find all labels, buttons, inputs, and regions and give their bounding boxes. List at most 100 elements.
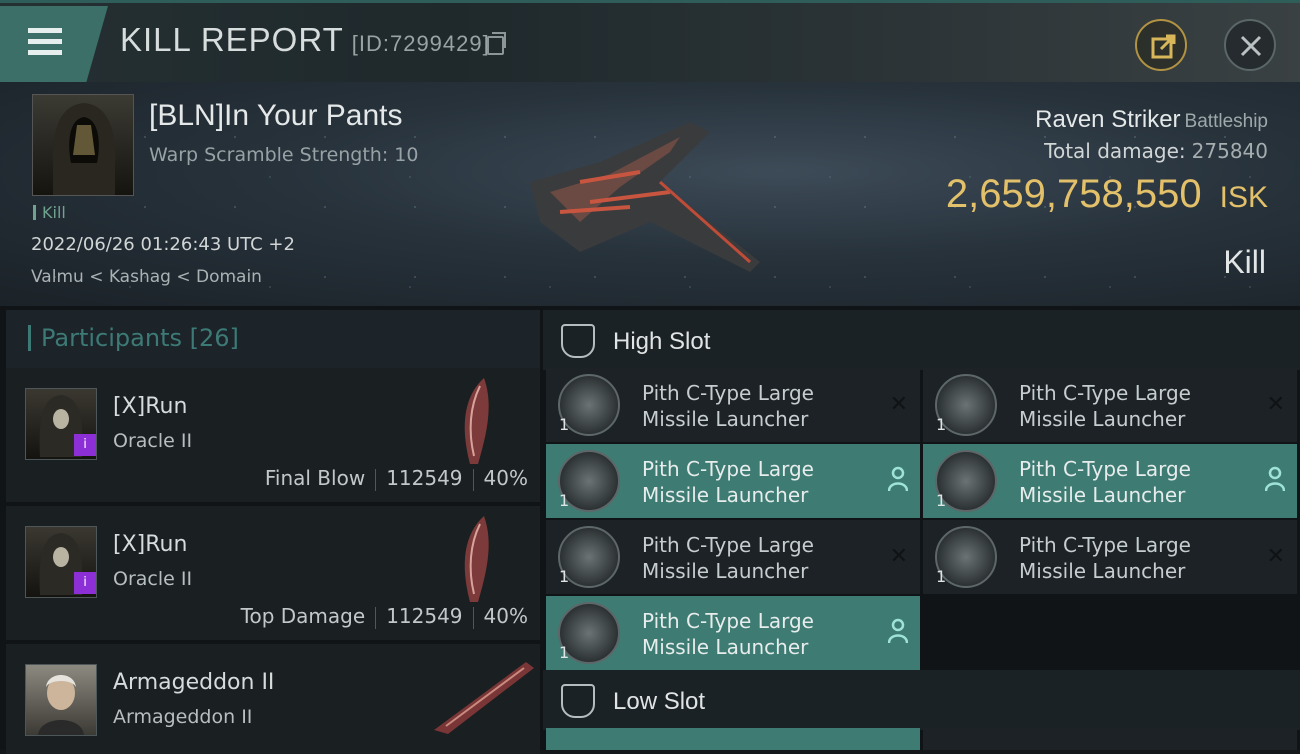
destroyed-icon: ✕: [1266, 392, 1285, 417]
module-name: Pith C-Type Large Missile Launcher: [1019, 532, 1191, 584]
ship-name: Raven Striker: [1035, 106, 1181, 133]
corp-badge-icon: i: [74, 434, 96, 456]
victim-ship-image[interactable]: [520, 112, 780, 282]
share-button[interactable]: [1135, 19, 1187, 71]
module-quantity: 1: [936, 567, 947, 586]
oracle-ship-icon: [464, 516, 489, 602]
participants-count: [26]: [189, 324, 239, 352]
module-quantity: 1: [559, 643, 570, 662]
isk-amount: 2,659,758,550: [945, 172, 1202, 216]
participant-ship: Armageddon II: [113, 706, 253, 728]
report-id: [ID:7299429]: [351, 31, 490, 56]
destroyed-icon: ✕: [1266, 544, 1285, 569]
close-icon: [1240, 35, 1262, 57]
victim-summary: [BLN]In Your Pants Warp Scramble Strengt…: [0, 82, 1300, 306]
low-slot-icon: [561, 684, 595, 718]
fitting-panel[interactable]: High Slot 1 Pith C-Type Large Missile Lau…: [543, 306, 1300, 750]
victim-name[interactable]: [BLN]In Your Pants: [149, 99, 403, 133]
module-name: Pith C-Type Large Missile Launcher: [642, 380, 814, 432]
armageddon-ship-icon: [434, 662, 534, 734]
module-slot[interactable]: 1 Pith C-Type Large Missile Launcher ✕: [923, 368, 1297, 442]
kill-location[interactable]: Valmu < Kashag < Domain: [31, 267, 262, 287]
module-name-line2: Missile Launcher: [1019, 407, 1186, 431]
stats-divider: [472, 606, 474, 629]
participant-row[interactable]: i [X]Run Oracle II Final Blow 112549 40%: [6, 368, 540, 502]
participants-panel[interactable]: Participants [26] i [X]Run Oracle II Fin…: [0, 306, 543, 754]
high-slot-icon: [561, 324, 595, 358]
module-quantity: 1: [936, 415, 947, 434]
dropped-person-icon: [888, 466, 908, 492]
participant-role: Top Damage: [240, 604, 366, 628]
participant-percent: 40%: [483, 466, 528, 490]
pilot-portrait-image: [38, 675, 84, 735]
total-damage: Total damage: 275840: [1044, 139, 1268, 163]
high-slot-header: High Slot: [543, 310, 1300, 370]
module-name-line2: Missile Launcher: [642, 407, 809, 431]
title-text: KILL REPORT: [120, 21, 344, 58]
participants-header: Participants [26]: [6, 310, 540, 370]
copy-icon[interactable]: [487, 32, 506, 55]
hooded-pilot-image: [52, 103, 116, 195]
page-title: KILL REPORT [ID:7299429]: [120, 21, 490, 59]
module-slot[interactable]: 1 Pith C-Type Large Missile Launcher: [546, 596, 920, 670]
kill-datetime: 2022/06/26 01:26:43 UTC +2: [31, 234, 295, 255]
victim-portrait[interactable]: [32, 94, 134, 196]
menu-icon-line: [28, 50, 62, 55]
warp-scramble-strength: Warp Scramble Strength: 10: [149, 144, 419, 166]
module-name-line1: Pith C-Type Large: [642, 609, 814, 633]
module-slot[interactable]: 1 Pith C-Type Large Missile Launcher: [546, 444, 920, 518]
module-name: Pith C-Type Large Missile Launcher: [642, 532, 814, 584]
low-slot-header: Low Slot: [543, 670, 1300, 730]
share-icon: [1151, 34, 1176, 59]
module-quantity: 1: [559, 415, 570, 434]
participants-title: Participants: [41, 324, 182, 352]
module-slot[interactable]: [546, 728, 920, 750]
participant-ship: Oracle II: [113, 568, 193, 590]
module-name-line1: Pith C-Type Large: [642, 457, 814, 481]
participant-row[interactable]: i [X]Run Oracle II Top Damage 112549 40%: [6, 506, 540, 640]
menu-button[interactable]: [0, 6, 108, 82]
damage-label: Total damage:: [1044, 139, 1186, 163]
title-bar: KILL REPORT [ID:7299429]: [0, 0, 1300, 82]
module-slot[interactable]: 1 Pith C-Type Large Missile Launcher ✕: [546, 520, 920, 594]
module-name-line1: Pith C-Type Large: [1019, 457, 1191, 481]
module-name-line2: Missile Launcher: [1019, 483, 1186, 507]
module-slot[interactable]: [923, 728, 1297, 750]
module-name: Pith C-Type Large Missile Launcher: [642, 456, 814, 508]
kill-tag: Kill: [33, 205, 66, 221]
module-quantity: 1: [559, 491, 570, 510]
participant-avatar[interactable]: [25, 664, 97, 736]
module-slot[interactable]: 1 Pith C-Type Large Missile Launcher: [923, 444, 1297, 518]
dropped-person-icon: [888, 618, 908, 644]
damage-value: 275840: [1191, 139, 1268, 163]
close-button[interactable]: [1224, 19, 1276, 71]
module-slot[interactable]: 1 Pith C-Type Large Missile Launcher ✕: [923, 520, 1297, 594]
participant-damage: 112549: [386, 466, 463, 490]
module-name-line2: Missile Launcher: [1019, 559, 1186, 583]
module-name: Pith C-Type Large Missile Launcher: [642, 608, 814, 660]
corp-badge-icon: i: [74, 572, 96, 594]
participant-name[interactable]: [X]Run: [113, 532, 187, 557]
module-name-line1: Pith C-Type Large: [642, 381, 814, 405]
module-name-line2: Missile Launcher: [642, 483, 809, 507]
ship-class: Battleship: [1184, 111, 1268, 132]
participant-stats: Final Blow 112549 40%: [265, 466, 528, 491]
module-name-line1: Pith C-Type Large: [642, 533, 814, 557]
participant-name[interactable]: [X]Run: [113, 394, 187, 419]
participant-stats: Top Damage 112549 40%: [241, 604, 528, 629]
isk-unit: ISK: [1219, 181, 1268, 214]
participant-row[interactable]: Armageddon II Armageddon II: [6, 644, 540, 754]
participant-name[interactable]: Armageddon II: [113, 670, 274, 695]
module-name: Pith C-Type Large Missile Launcher: [1019, 456, 1191, 508]
oracle-ship-icon: [464, 378, 489, 464]
victim-ship[interactable]: Raven Striker Battleship: [1035, 106, 1268, 134]
participant-role: Final Blow: [264, 466, 366, 490]
module-name-line2: Missile Launcher: [642, 635, 809, 659]
stats-divider: [472, 468, 474, 491]
high-slot-label: High Slot: [613, 328, 711, 355]
module-quantity: 1: [559, 567, 570, 586]
module-slot[interactable]: 1 Pith C-Type Large Missile Launcher ✕: [546, 368, 920, 442]
participants-label: Participants [26]: [28, 325, 239, 351]
isk-value: 2,659,758,550 ISK: [946, 172, 1268, 217]
module-quantity: 1: [936, 491, 947, 510]
